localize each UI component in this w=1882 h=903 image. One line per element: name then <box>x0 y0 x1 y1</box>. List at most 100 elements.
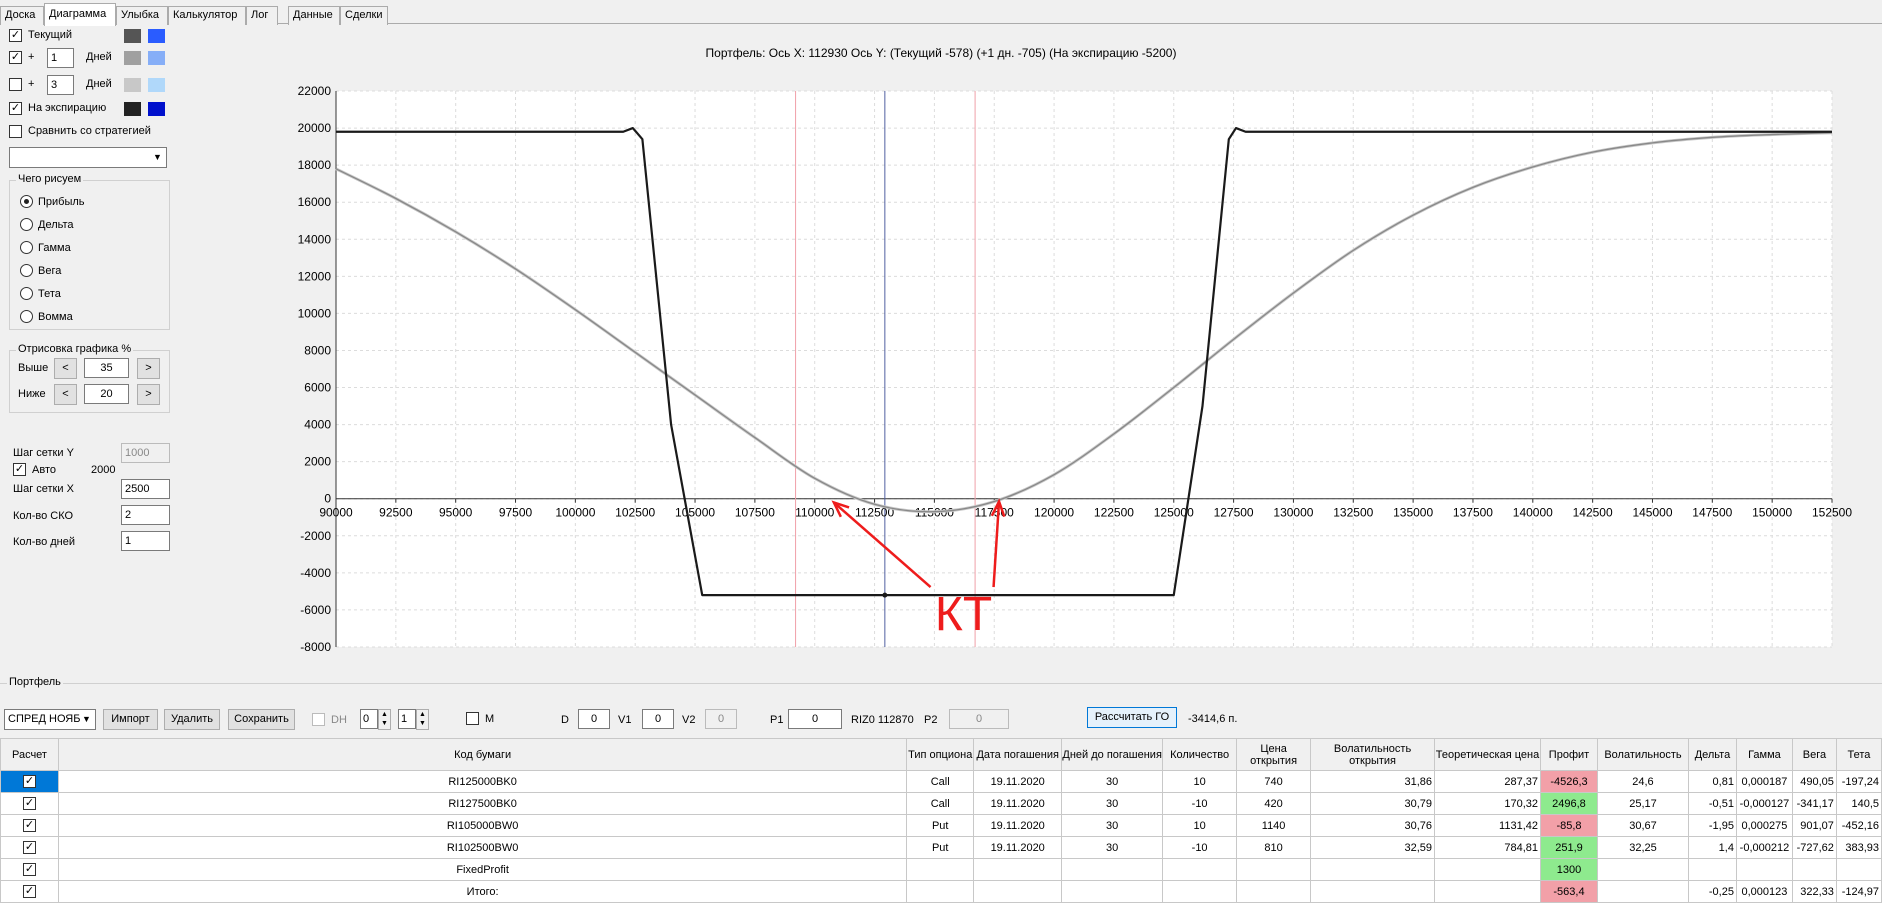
plus1-color-2[interactable] <box>148 51 165 65</box>
v2-input[interactable]: 0 <box>705 709 737 729</box>
tab-calculator[interactable]: Калькулятор <box>168 6 246 25</box>
tab-deals[interactable]: Сделки <box>340 6 388 25</box>
strategy-select[interactable]: СПРЕД НОЯБ ▼ <box>4 709 96 730</box>
above-increase-button[interactable]: > <box>137 358 160 379</box>
dh-checkbox[interactable] <box>312 713 325 726</box>
column-header[interactable]: Теоретическая цена <box>1434 738 1541 771</box>
table-row[interactable]: ✓ RI102500BW0 Put 19.11.2020 30 -10 810 32,59 78… <box>0 836 1882 859</box>
v1-input[interactable]: 0 <box>642 709 674 729</box>
table-row[interactable]: ✓ Итого: -563,4 -0,25 0,000123 322,33 -124,97 <box>0 880 1882 903</box>
table-row[interactable]: ✓ FixedProfit 1300 <box>0 858 1882 881</box>
row-calc-cell[interactable]: ✓ <box>0 814 59 837</box>
current-checkbox[interactable]: ✓ <box>9 29 22 42</box>
above-decrease-button[interactable]: < <box>54 358 77 379</box>
tab-board[interactable]: Доска <box>0 6 44 25</box>
row-calc-cell[interactable]: ✓ <box>0 880 59 903</box>
column-header[interactable]: Вега <box>1791 738 1837 771</box>
p2-input[interactable]: 0 <box>949 709 1009 729</box>
x-tick-label: 140000 <box>1513 506 1553 520</box>
column-header[interactable]: Код бумаги <box>57 738 908 771</box>
row-calc-checkbox[interactable]: ✓ <box>22 775 36 789</box>
days-count-input[interactable]: 1 <box>121 531 170 551</box>
table-cell <box>1735 858 1793 881</box>
p1-input[interactable]: 0 <box>788 709 842 729</box>
row-calc-checkbox[interactable]: ✓ <box>22 863 36 877</box>
tab-diagram[interactable]: Диаграмма <box>44 3 116 26</box>
row-calc-checkbox[interactable]: ✓ <box>22 885 36 899</box>
tab-log[interactable]: Лог <box>246 6 278 25</box>
import-button[interactable]: Импорт <box>103 709 158 730</box>
column-header[interactable]: Дата погашения <box>973 738 1063 771</box>
radio-gamma[interactable] <box>20 241 33 254</box>
delete-button[interactable]: Удалить <box>164 709 220 730</box>
radio-theta-label: Тета <box>38 288 61 300</box>
plus1-color-1[interactable] <box>124 51 141 65</box>
tab-strip: Доска Диаграмма Улыбка Калькулятор Лог Д… <box>0 2 1882 26</box>
column-header[interactable]: Гамма <box>1735 738 1793 771</box>
dh1-spinner[interactable]: ▲ ▼ <box>378 709 391 730</box>
column-header[interactable]: Дельта <box>1687 738 1737 771</box>
table-row[interactable]: ✓ RI127500BK0 Call 19.11.2020 30 -10 420 30,79 1… <box>0 792 1882 815</box>
row-calc-checkbox[interactable]: ✓ <box>22 841 36 855</box>
radio-delta[interactable] <box>20 218 33 231</box>
row-calc-checkbox[interactable]: ✓ <box>22 797 36 811</box>
dh1-input[interactable]: 0 <box>360 709 378 729</box>
current-color-1[interactable] <box>124 29 141 43</box>
compare-strategy-select[interactable]: ▼ <box>9 147 167 168</box>
column-header[interactable]: Расчет <box>0 738 59 771</box>
chart-area[interactable]: Портфель: Ось X: 112930 Ось Y: (Текущий … <box>256 26 1882 686</box>
table-row[interactable]: ✓ RI105000BW0 Put 19.11.2020 30 10 1140 30,76 11… <box>0 814 1882 837</box>
below-input[interactable]: 20 <box>84 384 129 404</box>
above-input[interactable]: 35 <box>84 358 129 378</box>
radio-vega[interactable] <box>20 264 33 277</box>
sko-input[interactable]: 2 <box>121 505 170 525</box>
compare-checkbox[interactable] <box>9 125 22 138</box>
row-calc-cell[interactable]: ✓ <box>0 770 59 793</box>
column-header[interactable]: Профит <box>1540 738 1598 771</box>
plus2-color-2[interactable] <box>148 78 165 92</box>
row-calc-checkbox[interactable]: ✓ <box>22 819 36 833</box>
dh2-input[interactable]: 1 <box>398 709 416 729</box>
below-decrease-button[interactable]: < <box>54 384 77 405</box>
auto-checkbox[interactable]: ✓ <box>13 463 26 476</box>
plus2-color-1[interactable] <box>124 78 141 92</box>
plus1-days-input[interactable]: 1 <box>47 48 74 68</box>
expiry-color-1[interactable] <box>124 102 141 116</box>
plus1-checkbox[interactable]: ✓ <box>9 51 22 64</box>
plus2-checkbox[interactable] <box>9 78 22 91</box>
below-increase-button[interactable]: > <box>137 384 160 405</box>
tab-data[interactable]: Данные <box>288 6 340 25</box>
table-row[interactable]: ✓ RI125000BK0 Call 19.11.2020 30 10 740 31,86 28… <box>0 770 1882 793</box>
tab-smile[interactable]: Улыбка <box>116 6 168 25</box>
table-cell: 490,05 <box>1791 770 1837 793</box>
column-header[interactable]: Волатильность <box>1596 738 1689 771</box>
radio-theta[interactable] <box>20 287 33 300</box>
current-color-2[interactable] <box>148 29 165 43</box>
radio-profit[interactable] <box>20 195 33 208</box>
row-calc-cell[interactable]: ✓ <box>0 858 59 881</box>
column-header[interactable]: Количество <box>1162 738 1238 771</box>
table-cell: 0,000123 <box>1735 880 1793 903</box>
column-header[interactable]: Тип опциона <box>906 738 975 771</box>
table-cell: Call <box>906 792 975 815</box>
calculate-go-button[interactable]: Рассчитать ГО <box>1087 707 1177 728</box>
radio-vomma[interactable] <box>20 310 33 323</box>
row-calc-cell[interactable]: ✓ <box>0 792 59 815</box>
grid-y-label: Шаг сетки Y <box>13 447 74 459</box>
y-tick-label: 18000 <box>298 158 332 172</box>
expiry-checkbox[interactable]: ✓ <box>9 102 22 115</box>
dh2-spinner[interactable]: ▲ ▼ <box>416 709 429 730</box>
d-input[interactable]: 0 <box>578 709 610 729</box>
m-checkbox[interactable] <box>466 712 479 725</box>
column-header[interactable]: Дней до погашения <box>1061 738 1164 771</box>
grid-x-input[interactable]: 2500 <box>121 479 170 499</box>
column-header[interactable]: Волатильность открытия <box>1310 738 1436 771</box>
column-header[interactable]: Цена открытия <box>1236 738 1312 771</box>
save-button[interactable]: Сохранить <box>228 709 295 730</box>
column-header[interactable]: Тета <box>1835 738 1882 771</box>
x-tick-label: 132500 <box>1333 506 1373 520</box>
grid-y-input[interactable]: 1000 <box>121 443 170 463</box>
plus2-days-input[interactable]: 3 <box>47 75 74 95</box>
row-calc-cell[interactable]: ✓ <box>0 836 59 859</box>
expiry-color-2[interactable] <box>148 102 165 116</box>
